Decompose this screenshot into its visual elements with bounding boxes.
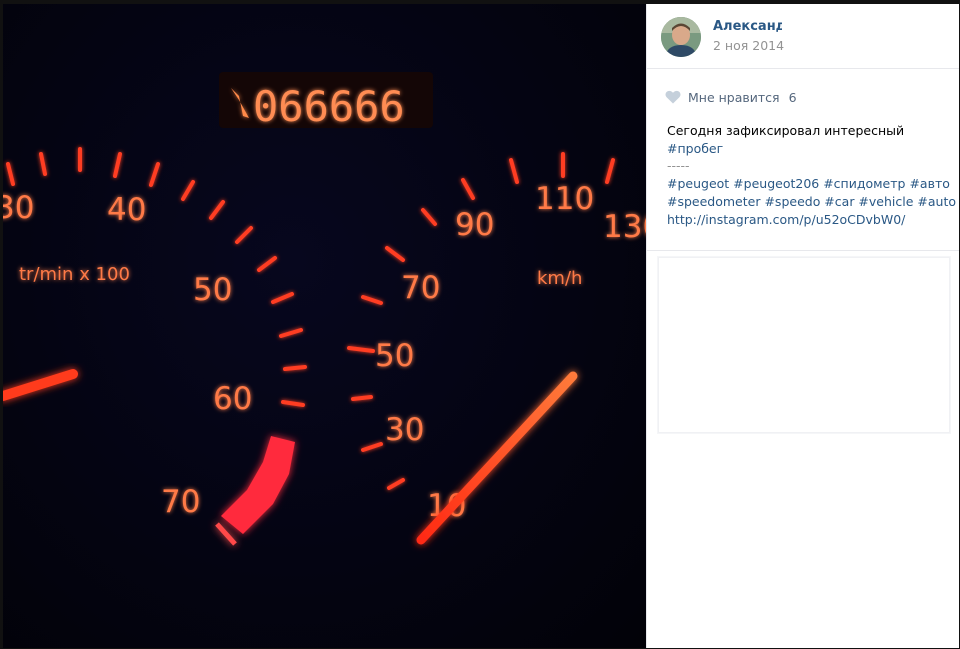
tach-label-70: 70 (161, 484, 200, 520)
avatar-photo (661, 17, 701, 57)
hashtag-links[interactable]: #peugeot #peugeot206 #спидометр #авто (667, 175, 950, 193)
hashtag-links[interactable]: #speedometer #speedo #car #vehicle #auto (667, 193, 956, 211)
tach-redline-zone (215, 436, 295, 546)
avatar[interactable] (661, 17, 701, 57)
tach-label-40: 40 (107, 192, 146, 228)
like-label: Мне нравится (688, 89, 780, 105)
speed-label-70: 70 (401, 270, 440, 306)
tach-unit-label: tr/min x 100 (19, 264, 130, 285)
speed-unit-label: km/h (537, 268, 582, 289)
odometer-reading: 066666 (253, 82, 405, 131)
dashboard-illustration: 066666 30 40 50 60 70 tr/min x 100 30 50… (3, 72, 646, 546)
speed-label-130: 130 (603, 209, 646, 245)
speed-label-90: 90 (455, 207, 494, 243)
heart-icon (665, 90, 681, 104)
tachometer-labels: 30 40 50 60 70 (3, 190, 252, 520)
caption-text: Сегодня зафиксировал интересный (667, 123, 905, 138)
caption-separator: ----- (667, 158, 690, 174)
speedometer-labels: 10 30 50 70 90 110 130 (375, 181, 646, 524)
tach-label-50: 50 (193, 272, 232, 308)
speed-label-110: 110 (535, 181, 594, 217)
tachometer-needle (3, 369, 78, 401)
section-divider (647, 250, 959, 251)
post-author-header: Александр 2 ноя 2014 (647, 4, 959, 69)
comments-area (658, 257, 950, 433)
post-caption: Сегодня зафиксировал интересный #пробег … (667, 122, 956, 229)
speedometer-needle (416, 371, 578, 545)
instagram-link[interactable]: http://instagram.com/p/u52oCDvbW0/ (667, 211, 947, 229)
tach-label-30: 30 (3, 190, 34, 226)
post-photo[interactable]: 066666 30 40 50 60 70 tr/min x 100 30 50… (3, 4, 646, 648)
like-button[interactable]: Мне нравится 6 (665, 88, 797, 106)
speed-label-30: 30 (385, 412, 424, 448)
photo-viewer: 066666 30 40 50 60 70 tr/min x 100 30 50… (0, 0, 960, 649)
like-count: 6 (788, 89, 797, 105)
name-redaction (782, 20, 848, 34)
hashtag-link[interactable]: #пробег (667, 140, 947, 158)
speed-label-50: 50 (375, 338, 414, 374)
tach-label-60: 60 (213, 381, 252, 417)
post-sidebar: Александр 2 ноя 2014 Мне нравится 6 Сего… (646, 4, 959, 648)
post-date[interactable]: 2 ноя 2014 (713, 38, 784, 53)
